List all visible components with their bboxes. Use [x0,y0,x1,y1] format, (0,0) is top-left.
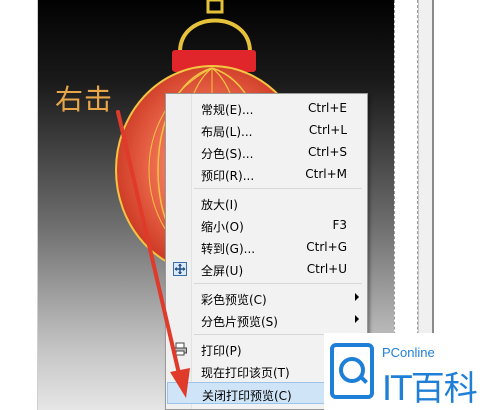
menu-item-go-to[interactable]: 转到(G)... Ctrl+G [167,236,367,258]
menu-item-label: 关闭打印预览(C) [202,389,292,403]
brand-logo-icon [330,343,374,399]
menu-item-label: 放大(I) [201,198,238,212]
menu-item-label: 现在打印该页(T) [201,366,290,380]
menu-separator [194,283,362,284]
menu-separator [194,188,362,189]
brand-large-text: IT百科 [382,369,478,409]
menu-item-label: 全屏(U) [201,264,244,278]
menu-item-color-preview[interactable]: 彩色预览(C) [167,287,367,309]
menu-item-label: 转到(G)... [201,242,256,256]
menu-item-shortcut: Ctrl+U [306,262,347,276]
menu-item-shortcut: Ctrl+L [308,123,347,137]
menu-item-shortcut: F3 [332,218,347,232]
menu-item-zoom-out[interactable]: 缩小(O) F3 [167,214,367,236]
printer-icon [173,342,187,356]
menu-item-separation-preview[interactable]: 分色片预览(S) [167,309,367,331]
menu-item-shortcut: Ctrl+E [308,101,347,115]
menu-item-label: 分色片预览(S) [201,315,278,329]
menu-item-shortcut: Ctrl+G [306,240,347,254]
menu-item-separations[interactable]: 分色(S)... Ctrl+S [167,141,367,163]
menu-item-prepress[interactable]: 预印(R)... Ctrl+M [167,163,367,185]
menu-item-label: 打印(P) [201,344,242,358]
menu-item-label: 预印(R)... [201,169,255,183]
menu-item-full-screen[interactable]: 全屏(U) Ctrl+U [167,258,367,280]
menu-item-label: 彩色预览(C) [201,293,267,307]
menu-item-layout[interactable]: 布局(L)... Ctrl+L [167,119,367,141]
menu-item-shortcut: Ctrl+M [305,167,347,181]
brand-watermark: PConline IT百科 [324,333,493,410]
menu-item-general[interactable]: 常规(E)... Ctrl+E [167,97,367,119]
brand-small-text: PConline [382,345,435,360]
fullscreen-icon [173,262,187,276]
submenu-arrow-icon [355,315,359,323]
left-gutter [0,0,38,410]
menu-item-label: 布局(L)... [201,125,253,139]
right-click-hint-label: 右击 [55,83,114,116]
menu-item-label: 缩小(O) [201,220,244,234]
submenu-arrow-icon [355,293,359,301]
menu-item-zoom-in[interactable]: 放大(I) [167,192,367,214]
menu-item-shortcut: Ctrl+S [307,145,347,159]
menu-item-label: 常规(E)... [201,103,254,117]
menu-item-label: 分色(S)... [201,147,254,161]
